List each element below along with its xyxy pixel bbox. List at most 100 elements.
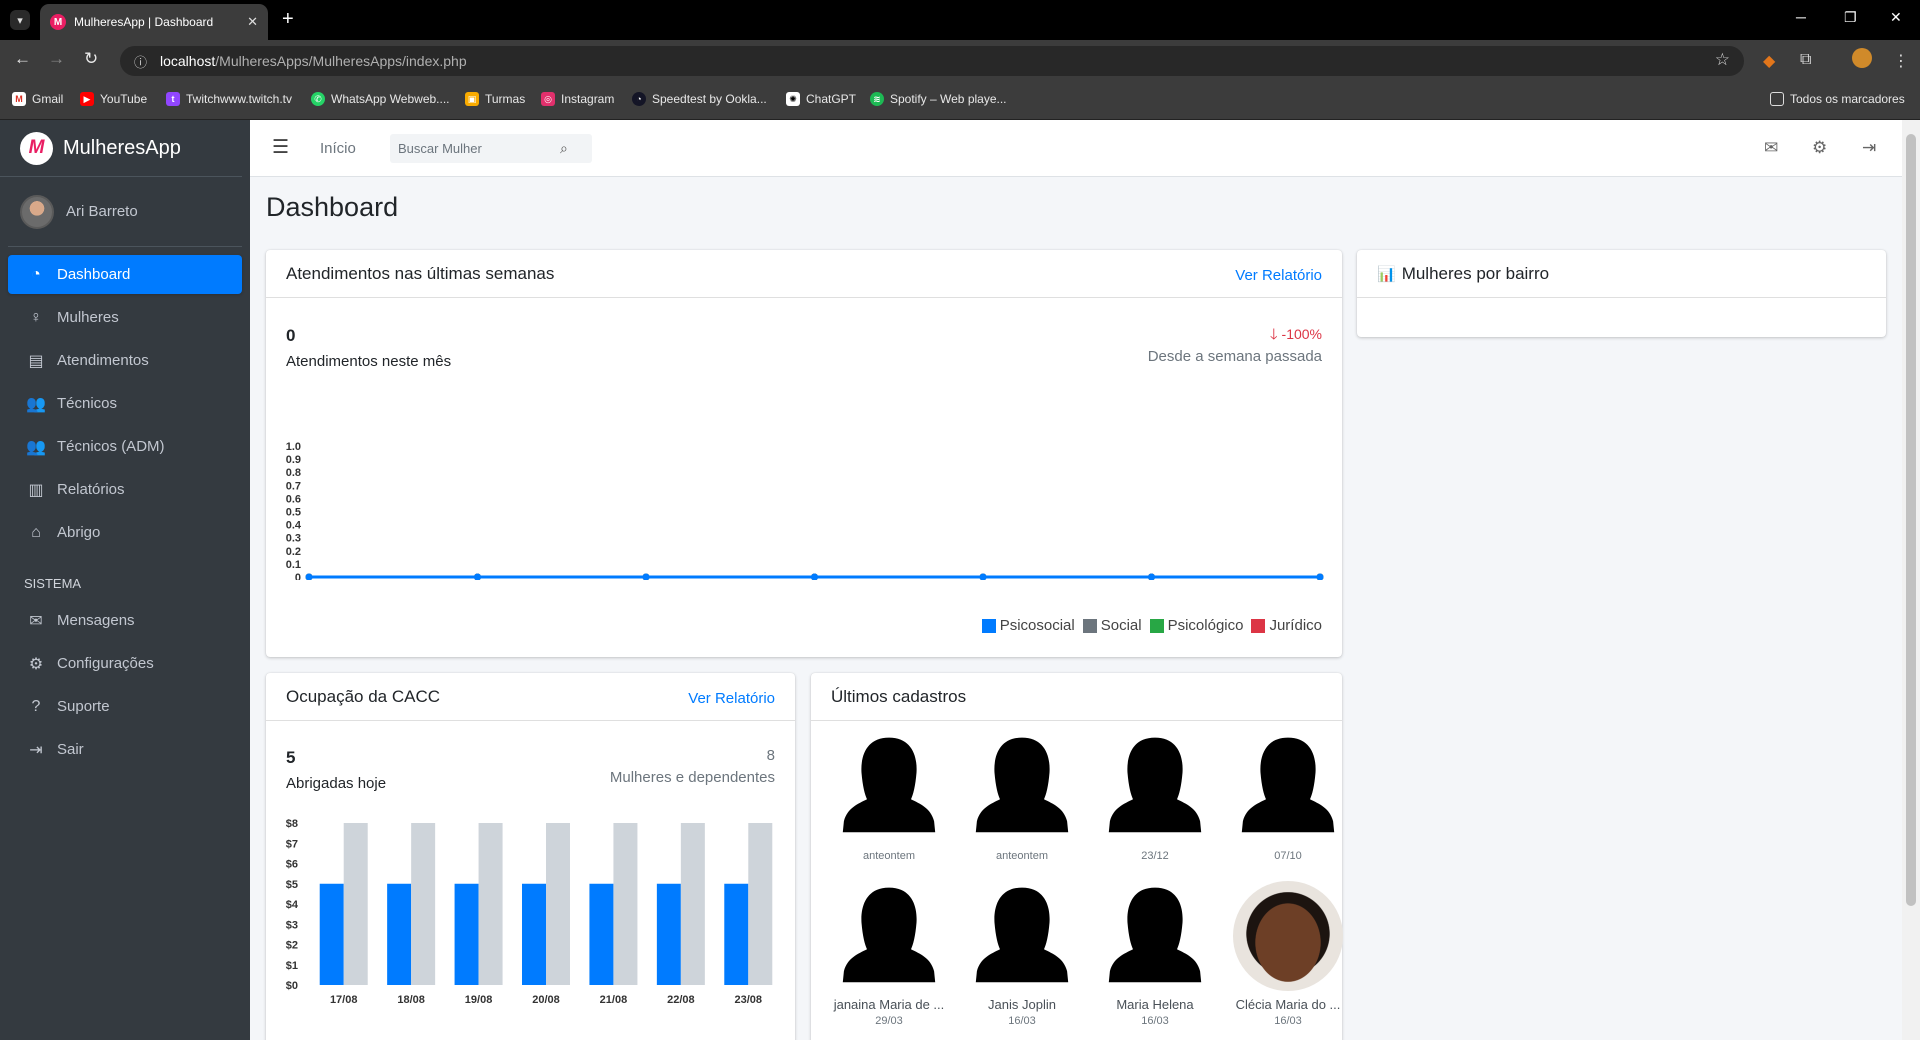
user-panel[interactable]: Ari Barreto — [8, 177, 242, 247]
sidebar-item-label: Mensagens — [57, 612, 135, 629]
list-item[interactable]: 23/12 — [1090, 731, 1220, 862]
bookmark-gmail[interactable]: M Gmail — [12, 92, 63, 106]
sidebar-item-relatorios[interactable]: ▥ Relatórios — [8, 470, 242, 509]
sidebar-item-suporte[interactable]: ? Suporte — [8, 687, 242, 726]
bookmark-star-icon[interactable]: ☆ — [1715, 50, 1730, 70]
person-name[interactable]: janaina Maria de ... — [824, 997, 954, 1012]
sidebar-item-tecnicos[interactable]: 👥 Técnicos — [8, 384, 242, 423]
menu-dots-icon[interactable]: ⋮ — [1893, 51, 1909, 71]
sidebar-item-tecnicos-adm[interactable]: 👥 Técnicos (ADM) — [8, 427, 242, 466]
browser-toolbar: ← → ↻ ⓘ localhost/MulheresApps/MulheresA… — [0, 40, 1920, 82]
list-item[interactable]: Maria Helena 16/03 — [1090, 881, 1220, 1027]
bookmark-youtube[interactable]: ▶ YouTube — [80, 92, 147, 106]
person-name[interactable]: Maria Helena — [1090, 997, 1220, 1012]
chart-legend: Psicosocial Social Psicológico Jurídico — [974, 617, 1322, 634]
sidebar-item-configuracoes[interactable]: ⚙ Configurações — [8, 644, 242, 683]
bookmark-speedtest[interactable]: ◔ Speedtest by Ookla... — [632, 92, 767, 106]
cogs-icon: ⚙ — [28, 655, 44, 673]
page-scrollbar[interactable] — [1902, 120, 1920, 1040]
sidebar-item-mensagens[interactable]: ✉ Mensagens — [8, 601, 242, 640]
tab-search-button[interactable]: ▾ — [10, 10, 30, 30]
site-info-icon[interactable]: ⓘ — [134, 52, 150, 71]
list-item[interactable]: 07/10 — [1223, 731, 1353, 862]
legend-item[interactable]: Psicológico — [1149, 617, 1243, 634]
sidebar-item-label: Abrigo — [57, 524, 101, 541]
sidebar-item-abrigo[interactable]: ⌂ Abrigo — [8, 513, 242, 552]
list-item[interactable]: anteontem — [957, 731, 1087, 862]
envelope-icon[interactable]: ✉ — [1764, 138, 1778, 158]
search-input[interactable] — [390, 141, 560, 156]
cogs-icon[interactable]: ⚙ — [1812, 138, 1827, 158]
back-icon[interactable]: ← — [14, 49, 31, 69]
avatar[interactable] — [1233, 881, 1343, 991]
female-avatar-icon[interactable] — [1100, 731, 1210, 841]
bookmark-chatgpt[interactable]: ✺ ChatGPT — [786, 92, 856, 106]
person-name[interactable]: Clécia Maria do ... — [1223, 997, 1353, 1012]
brand-link[interactable]: M MulheresApp — [0, 120, 242, 177]
list-item[interactable]: anteontem — [824, 731, 954, 862]
browser-tab[interactable]: M MulheresApp | Dashboard ✕ — [40, 4, 268, 40]
y-tick-label: 0.3 — [286, 533, 301, 545]
female-avatar-icon[interactable] — [967, 881, 1077, 991]
bookmark-whatsapp[interactable]: ✆ WhatsApp Webweb.... — [311, 92, 450, 106]
report-link[interactable]: Ver Relatório — [1235, 267, 1322, 284]
chart-bar-icon: ▥ — [28, 481, 44, 499]
menu-toggle-icon[interactable]: ☰ — [272, 136, 289, 159]
bookmark-instagram[interactable]: ◎ Instagram — [541, 92, 614, 106]
bookmark-turmas[interactable]: ▣ Turmas — [465, 92, 525, 106]
female-avatar-icon[interactable] — [1100, 881, 1210, 991]
person-date: 23/12 — [1141, 850, 1169, 862]
person-name[interactable]: Janis Joplin — [957, 997, 1087, 1012]
female-avatar-icon[interactable] — [834, 881, 944, 991]
users-icon: 👥 — [26, 395, 46, 413]
legend-swatch — [981, 618, 996, 633]
list-item[interactable]: Clécia Maria do ... 16/03 — [1223, 881, 1353, 1027]
restore-icon[interactable]: ❐ — [1844, 9, 1857, 26]
report-link[interactable]: Ver Relatório — [688, 690, 775, 707]
person-date: 07/10 — [1274, 850, 1302, 862]
extensions-icon[interactable]: ⧉ — [1800, 51, 1811, 69]
brand-logo-icon: M — [20, 131, 53, 165]
scrollbar-thumb[interactable] — [1906, 134, 1916, 906]
y-tick-label: $1 — [286, 960, 298, 972]
close-tab-icon[interactable]: ✕ — [247, 14, 258, 30]
sidebar-item-dashboard[interactable]: ◔ Dashboard — [8, 255, 242, 294]
top-navbar: ☰ Início ⌕ ✉ ⚙ ⇥ — [250, 120, 1902, 177]
address-bar[interactable]: ⓘ localhost/MulheresApps/MulheresApps/in… — [120, 46, 1744, 76]
bookmark-spotify[interactable]: ≋ Spotify – Web playe... — [870, 92, 1007, 106]
x-tick-label: 21/08 — [600, 994, 628, 1006]
legend-item[interactable]: Jurídico — [1251, 617, 1322, 634]
data-point — [811, 573, 818, 580]
card-title: Mulheres por bairro — [1401, 263, 1550, 283]
ocupacao-total-label: Mulheres e dependentes — [609, 769, 775, 786]
female-icon: ♀ — [30, 308, 42, 326]
female-avatar-icon[interactable] — [967, 731, 1077, 841]
minimize-icon[interactable]: ─ — [1796, 9, 1806, 25]
female-avatar-icon[interactable] — [834, 731, 944, 841]
sidebar-item-label: Suporte — [57, 698, 110, 715]
x-tick-label: 18/08 — [397, 994, 425, 1006]
search-icon[interactable]: ⌕ — [560, 140, 568, 157]
reload-icon[interactable]: ↻ — [84, 49, 98, 69]
y-tick-label: 0.5 — [286, 507, 301, 519]
new-tab-icon[interactable]: + — [282, 8, 294, 31]
data-point — [1316, 573, 1324, 580]
sidebar-item-sair[interactable]: ⇥ Sair — [8, 730, 242, 769]
profile-avatar-icon[interactable] — [1852, 48, 1872, 68]
sidebar-item-atendimentos[interactable]: ▤ Atendimentos — [8, 341, 242, 380]
bookmark-twitch[interactable]: t Twitchwww.twitch.tv — [166, 92, 292, 106]
legend-item[interactable]: Social — [1082, 617, 1142, 634]
close-window-icon[interactable]: ✕ — [1890, 9, 1902, 26]
legend-item[interactable]: Psicosocial — [981, 617, 1075, 634]
list-item[interactable]: Janis Joplin 16/03 — [957, 881, 1087, 1027]
home-link[interactable]: Início — [320, 140, 356, 157]
sign-out-icon[interactable]: ⇥ — [1862, 138, 1876, 158]
forward-icon[interactable]: → — [48, 49, 65, 69]
female-avatar-icon[interactable] — [1233, 731, 1343, 841]
list-item[interactable]: janaina Maria de ... 29/03 — [824, 881, 954, 1027]
all-bookmarks-folder[interactable]: Todos os marcadores — [1770, 92, 1905, 106]
bar — [589, 883, 614, 985]
metamask-extension-icon[interactable]: ◆ — [1763, 51, 1775, 71]
sidebar-item-mulheres[interactable]: ♀ Mulheres — [8, 298, 242, 337]
y-tick-label: 0.7 — [286, 480, 301, 492]
